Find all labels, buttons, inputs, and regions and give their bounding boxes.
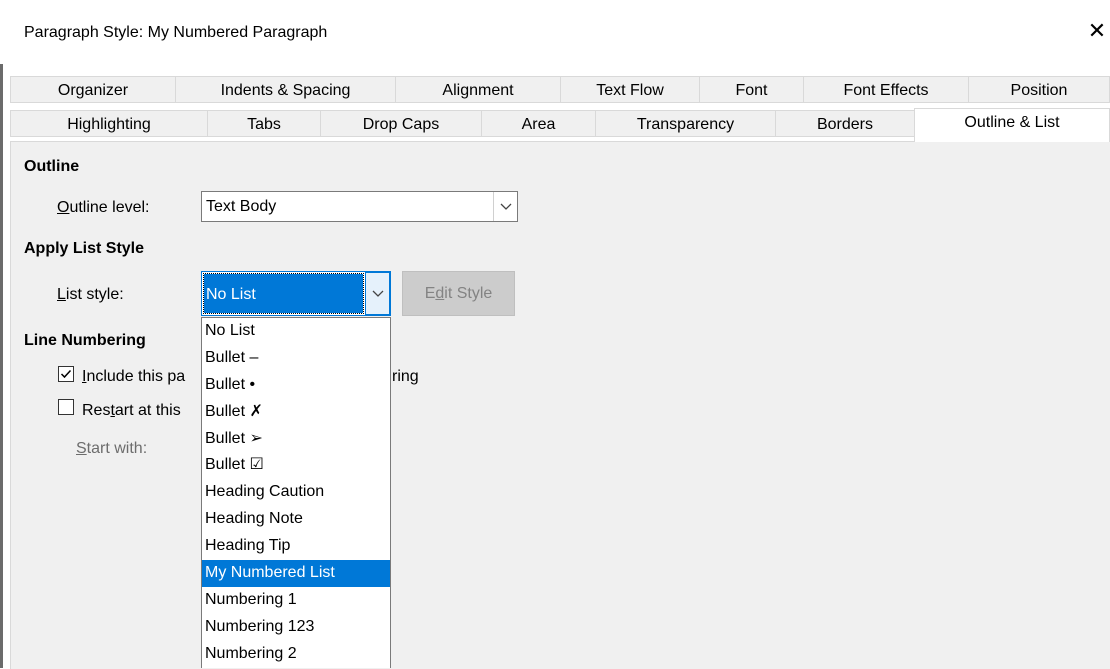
- dropdown-item[interactable]: Bullet –: [202, 345, 390, 372]
- window-edge: [0, 64, 3, 668]
- tab-alignment[interactable]: Alignment: [395, 76, 561, 103]
- dropdown-item[interactable]: Bullet ➢: [202, 426, 390, 453]
- dropdown-item[interactable]: No List: [202, 318, 390, 345]
- tab-transparency[interactable]: Transparency: [595, 110, 776, 137]
- dropdown-item[interactable]: Bullet ☑: [202, 452, 390, 479]
- dropdown-item[interactable]: Bullet ✗: [202, 399, 390, 426]
- tab-drop-caps[interactable]: Drop Caps: [320, 110, 482, 137]
- window-title: Paragraph Style: My Numbered Paragraph: [24, 24, 328, 41]
- tab-area[interactable]: Area: [481, 110, 596, 137]
- outline-level-label: Outline level:: [57, 199, 150, 216]
- edit-style-button[interactable]: Edit Style: [402, 271, 515, 316]
- dropdown-item[interactable]: Numbering 123: [202, 614, 390, 641]
- include-line-numbering-checkbox[interactable]: [58, 366, 74, 382]
- close-icon[interactable]: ✕: [1084, 18, 1110, 44]
- apply-list-style-title: Apply List Style: [24, 240, 145, 257]
- list-style-dropdown[interactable]: No List Bullet – Bullet • Bullet ✗ Bullet ➢ B…: [201, 317, 391, 668]
- chevron-down-icon[interactable]: [365, 272, 390, 315]
- include-line-numbering-label[interactable]: Include this pa: [82, 368, 185, 386]
- include-line-numbering-label-tail: ring: [392, 368, 419, 385]
- tab-organizer[interactable]: Organizer: [10, 76, 176, 103]
- checkmark-icon: [60, 369, 72, 379]
- outline-section-title: Outline: [24, 158, 80, 175]
- tab-outline-list[interactable]: Outline & List: [914, 108, 1110, 142]
- dropdown-item[interactable]: Heading Note: [202, 506, 390, 533]
- tab-borders[interactable]: Borders: [775, 110, 915, 137]
- restart-numbering-checkbox[interactable]: [58, 399, 74, 415]
- dropdown-item[interactable]: My Numbered List: [202, 560, 390, 587]
- tab-text-flow[interactable]: Text Flow: [560, 76, 700, 103]
- dropdown-item[interactable]: Heading Tip: [202, 533, 390, 560]
- tab-tabs[interactable]: Tabs: [207, 110, 321, 137]
- list-style-select[interactable]: No List: [201, 271, 391, 316]
- restart-numbering-label[interactable]: Restart at this: [82, 402, 181, 420]
- start-with-label: Start with:: [76, 440, 148, 457]
- dropdown-item[interactable]: Heading Caution: [202, 479, 390, 506]
- chevron-down-icon[interactable]: [493, 192, 517, 221]
- dropdown-item[interactable]: Bullet •: [202, 372, 390, 399]
- tab-highlighting[interactable]: Highlighting: [10, 110, 208, 137]
- title-bar: Paragraph Style: My Numbered Paragraph ✕: [0, 0, 1110, 64]
- tab-font[interactable]: Font: [699, 76, 804, 103]
- outline-level-value: Text Body: [206, 198, 277, 215]
- line-numbering-title: Line Numbering: [24, 332, 146, 349]
- dropdown-item[interactable]: Numbering 2: [202, 641, 390, 668]
- outline-level-select[interactable]: Text Body: [201, 191, 518, 222]
- tab-font-effects[interactable]: Font Effects: [803, 76, 969, 103]
- dropdown-item[interactable]: Numbering 1: [202, 587, 390, 614]
- list-style-label: List style:: [57, 286, 124, 303]
- tab-indents-spacing[interactable]: Indents & Spacing: [175, 76, 396, 103]
- list-style-value: No List: [206, 286, 256, 303]
- tab-position[interactable]: Position: [968, 76, 1110, 103]
